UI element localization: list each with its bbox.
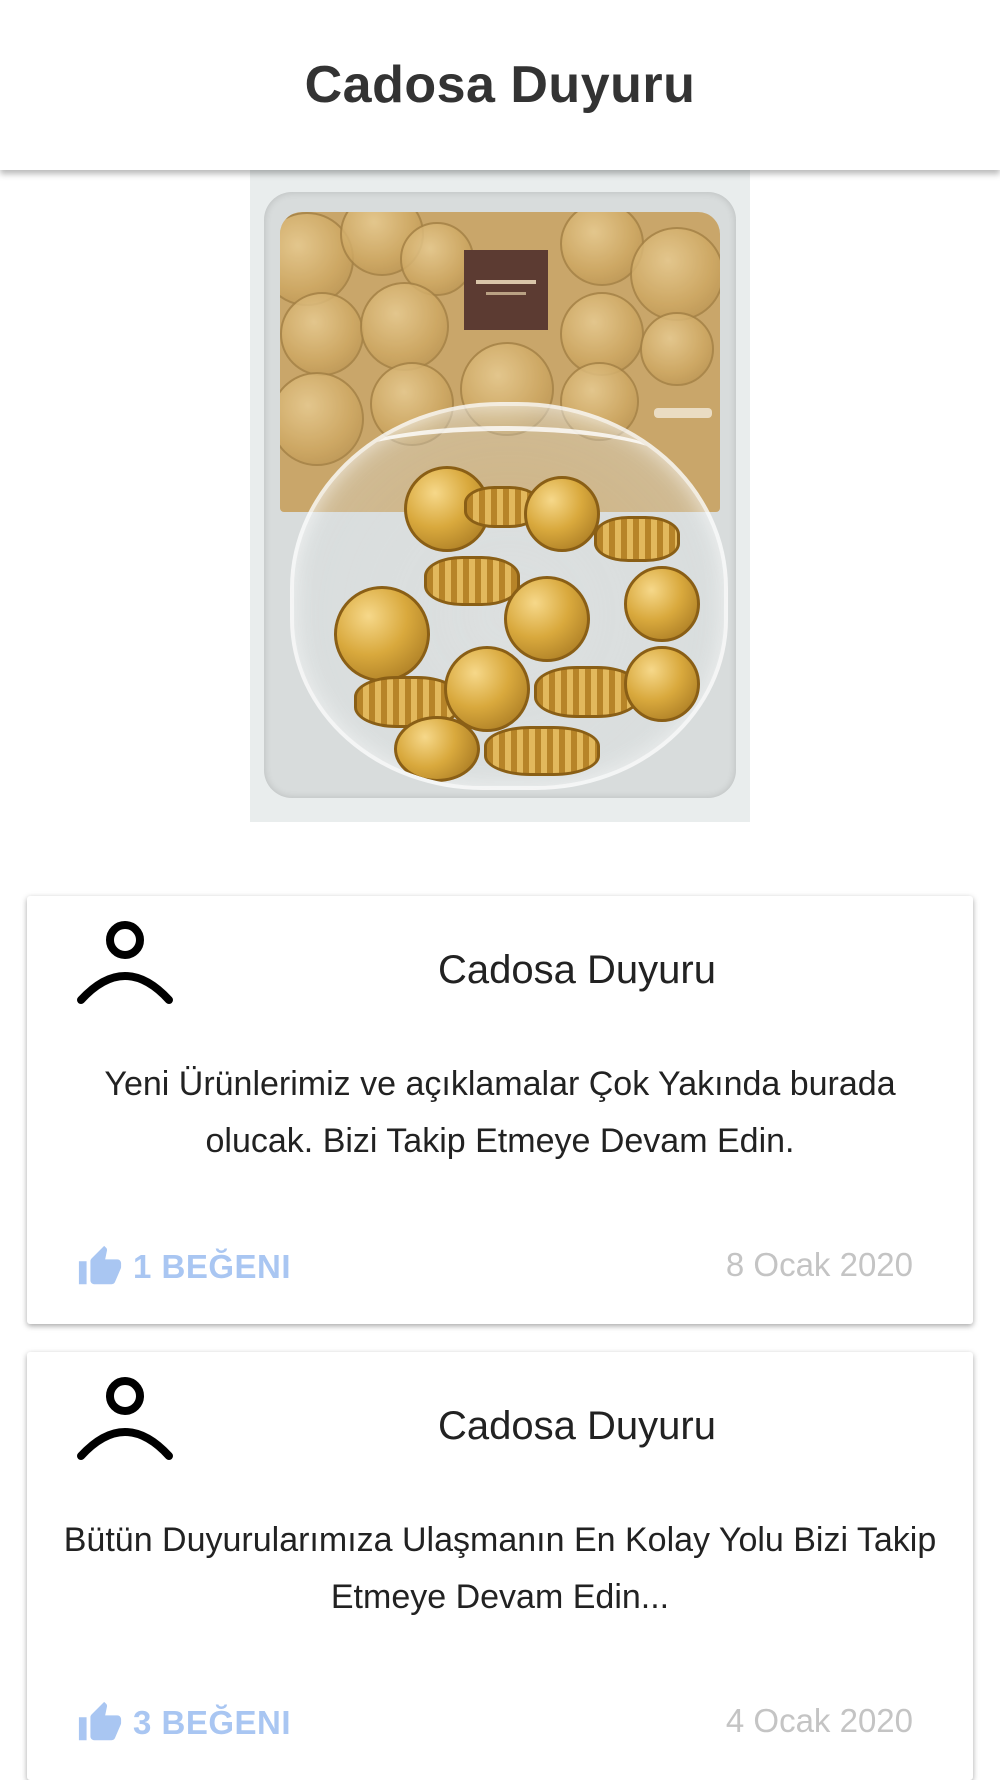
coin [424,556,520,606]
announcement-card: Cadosa Duyuru Yeni Ürünlerimiz ve açıkla… [27,896,973,1324]
like-button[interactable]: 1 BEĞENI [77,1242,291,1292]
post-author: Cadosa Duyuru [438,1404,716,1448]
coin [394,716,480,782]
app-bar: Cadosa Duyuru [0,0,1000,170]
product-package [264,192,736,798]
like-count: 1 BEĞENI [133,1248,292,1285]
coin-bowl [290,402,728,790]
post-body: Yeni Ürünlerimiz ve açıklamalar Çok Yakı… [104,1065,896,1160]
coin [624,646,700,722]
brand-label [464,250,548,330]
weight-mark [654,408,712,418]
announcement-card: Cadosa Duyuru Bütün Duyurularımıza Ulaşm… [27,1352,973,1780]
background-coin [360,282,449,371]
hero-image[interactable] [250,170,750,822]
post-date: 8 Ocak 2020 [725,1246,913,1283]
avatar-icon [75,1372,175,1472]
background-coin [640,312,714,386]
thumb-up-icon [78,1245,122,1285]
page-title: Cadosa Duyuru [304,56,696,114]
like-button[interactable]: 3 BEĞENI [77,1698,291,1748]
coin [624,566,700,642]
post-author: Cadosa Duyuru [438,948,716,992]
like-count: 3 BEĞENI [133,1704,292,1741]
thumb-up-icon [78,1701,122,1741]
post-body: Bütün Duyurularımıza Ulaşmanın En Kolay … [63,1521,937,1616]
background-coin [630,227,720,321]
bowl-shine [334,426,674,501]
coin [594,516,680,562]
background-coin [280,292,364,376]
coin [504,576,590,662]
coin [484,726,600,776]
coin [334,586,430,682]
post-date: 4 Ocak 2020 [725,1702,913,1739]
avatar-icon [75,916,175,1016]
